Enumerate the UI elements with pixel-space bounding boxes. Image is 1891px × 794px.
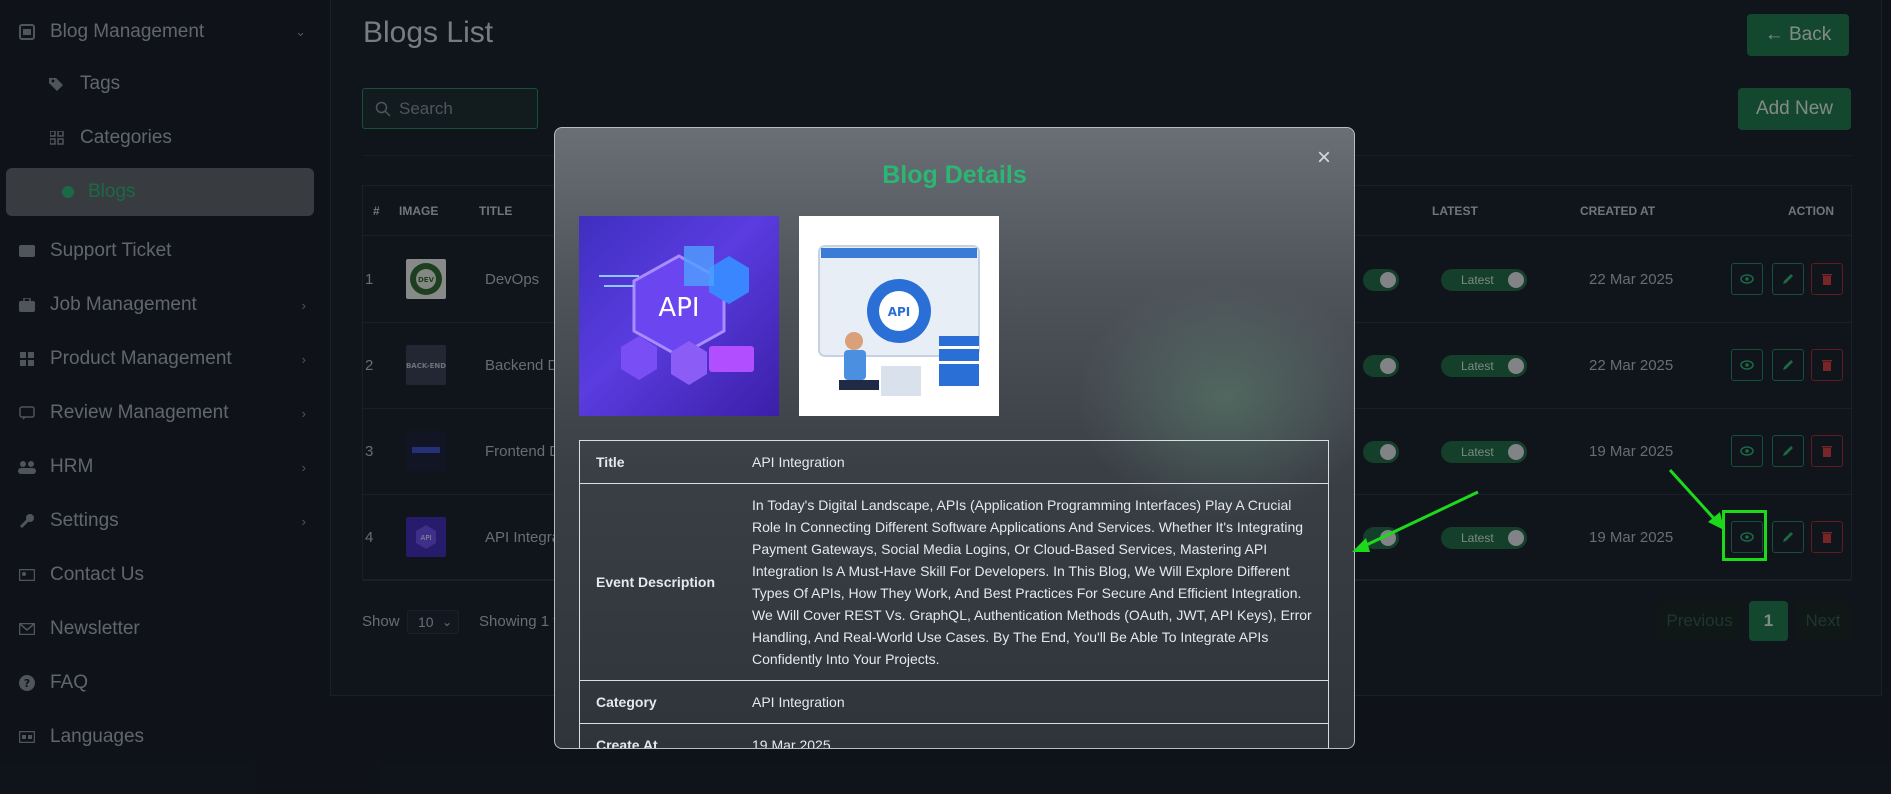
annotation-arrow [1668, 468, 1720, 525]
annotation-arrowhead [1352, 538, 1370, 552]
annotation-highlight [1722, 510, 1767, 561]
annotation-overlay [1352, 468, 1724, 552]
annotation-arrow [1359, 490, 1479, 550]
